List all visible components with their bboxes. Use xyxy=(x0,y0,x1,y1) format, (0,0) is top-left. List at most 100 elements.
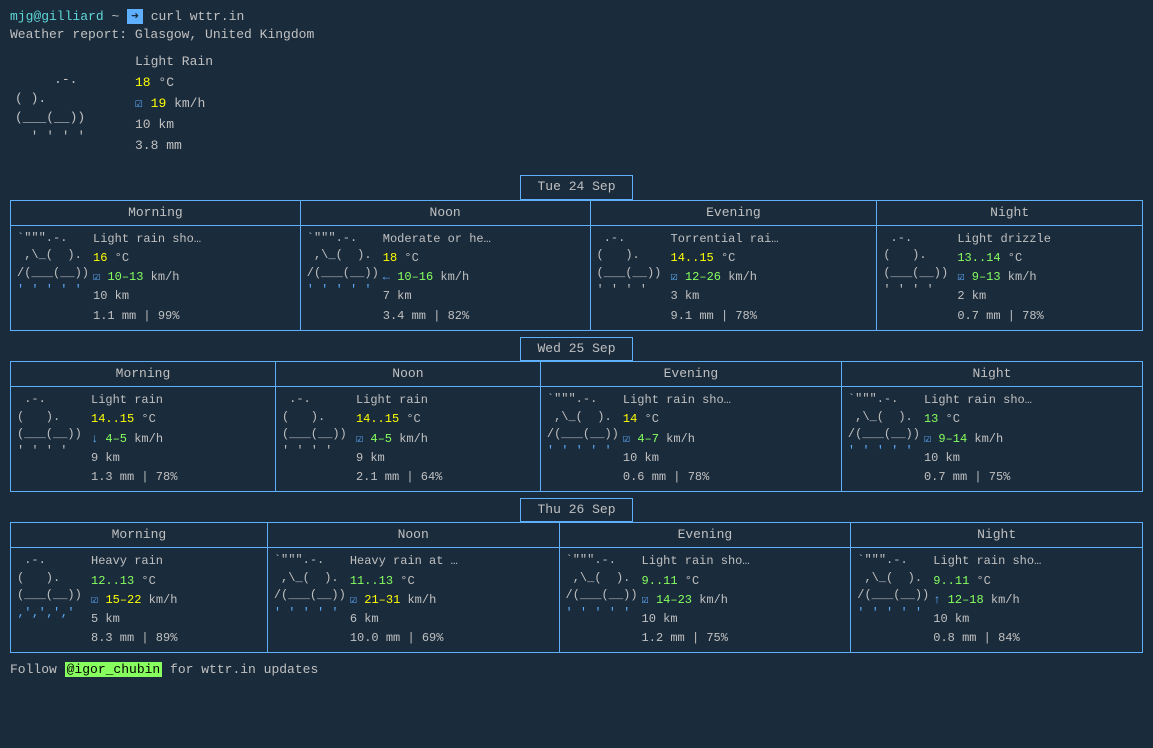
period-cell: `""".-. ,\_( ). /(___(__)) ' ' ' ' ' Lig… xyxy=(857,552,1136,648)
period-ascii: .-. ( ). (___(__)) ' ' ' ' xyxy=(597,230,667,300)
period-info: Light rain 14..15 °C ↓ 4–5 km/h 9 km 1.3… xyxy=(91,391,177,487)
period-header-morning: Morning xyxy=(11,200,301,225)
period-temp: 14..15 °C xyxy=(671,249,779,268)
period-info: Light rain sho… 14 °C ☑ 4–7 km/h 10 km 0… xyxy=(623,391,731,487)
period-info: Torrential rai… 14..15 °C ☑ 12–26 km/h 3… xyxy=(671,230,779,326)
prompt-arrow-box: ➜ xyxy=(127,9,143,24)
period-visibility: 3 km xyxy=(671,287,779,306)
period-info: Light rain sho… 16 °C ☑ 10–13 km/h 10 km… xyxy=(93,230,201,326)
period-rain-prob: 0.6 mm | 78% xyxy=(623,468,731,487)
period-temp: 9..11 °C xyxy=(642,572,750,591)
period-td: `""".-. ,\_( ). /(___(__)) ' ' ' ' ' Lig… xyxy=(559,548,851,653)
period-cell: .-. ( ). (___(__)) ' ' ' ' Light rain 14… xyxy=(17,391,269,487)
period-rain-prob: 0.7 mm | 78% xyxy=(957,307,1051,326)
period-info: Heavy rain at … 11..13 °C ☑ 21–31 km/h 6… xyxy=(350,552,458,648)
period-cell: .-. ( ). (___(__)) ' ' ' ' Light rain 14… xyxy=(282,391,534,487)
period-ascii: `""".-. ,\_( ). /(___(__)) ' ' ' ' ' xyxy=(274,552,346,622)
period-td: `""".-. ,\_( ). /(___(__)) ' ' ' ' ' Lig… xyxy=(841,387,1142,492)
current-temp: 18 °C xyxy=(135,73,213,94)
day-label: Wed 25 Sep xyxy=(520,337,632,361)
current-ascii: .-. ( ). (___(__)) ' ' ' ' xyxy=(15,52,125,165)
period-temp: 14..15 °C xyxy=(91,410,177,429)
day-label-container: Thu 26 Sep xyxy=(10,498,1143,522)
prompt-tilde: ~ xyxy=(111,9,127,24)
period-wind: ☑ 9–14 km/h xyxy=(924,430,1032,449)
period-td: `""".-. ,\_( ). /(___(__)) ' ' ' ' ' Hea… xyxy=(267,548,559,653)
period-visibility: 2 km xyxy=(957,287,1051,306)
prompt-user: mjg@gilliard xyxy=(10,9,104,24)
period-ascii: `""".-. ,\_( ). /(___(__)) ' ' ' ' ' xyxy=(857,552,929,622)
period-desc: Light rain sho… xyxy=(933,552,1041,571)
period-rain-prob: 1.1 mm | 99% xyxy=(93,307,201,326)
footer: Follow @igor_chubin for wttr.in updates xyxy=(10,661,1143,679)
period-temp: 9..11 °C xyxy=(933,572,1041,591)
period-visibility: 10 km xyxy=(933,610,1041,629)
period-wind: ← 10–16 km/h xyxy=(383,268,491,287)
period-ascii: .-. ( ). (___(__)) ' ' ' ' xyxy=(282,391,352,461)
period-desc: Light rain sho… xyxy=(93,230,201,249)
period-rain-prob: 0.7 mm | 75% xyxy=(924,468,1032,487)
command-text: curl wttr.in xyxy=(151,9,245,24)
period-cell: .-. ( ). (___(__)) ‚'‚'‚'‚' Heavy rain 1… xyxy=(17,552,261,648)
period-desc: Light rain sho… xyxy=(642,552,750,571)
period-rain-prob: 2.1 mm | 64% xyxy=(356,468,442,487)
period-ascii: `""".-. ,\_( ). /(___(__)) ' ' ' ' ' xyxy=(307,230,379,300)
period-header-night: Night xyxy=(841,361,1142,386)
period-rain-prob: 1.2 mm | 75% xyxy=(642,629,750,648)
period-ascii: `""".-. ,\_( ). /(___(__)) ' ' ' ' ' xyxy=(17,230,89,300)
period-temp: 13..14 °C xyxy=(957,249,1051,268)
period-td: .-. ( ). (___(__)) ' ' ' ' Light drizzle… xyxy=(877,225,1143,330)
current-info: Light Rain 18 °C ☑ 19 km/h 10 km 3.8 mm xyxy=(135,52,213,156)
period-td: .-. ( ). (___(__)) ' ' ' ' Torrential ra… xyxy=(590,225,877,330)
periods-table: MorningNoonEveningNight `""".-. ,\_( ). … xyxy=(10,200,1143,331)
period-rain-prob: 0.8 mm | 84% xyxy=(933,629,1041,648)
period-wind: ☑ 10–13 km/h xyxy=(93,268,201,287)
period-visibility: 6 km xyxy=(350,610,458,629)
period-info: Light rain sho… 9..11 °C ↑ 12–18 km/h 10… xyxy=(933,552,1041,648)
period-wind: ☑ 4–7 km/h xyxy=(623,430,731,449)
day-section-0: Tue 24 Sep MorningNoonEveningNight `""".… xyxy=(10,175,1143,330)
terminal-header: mjg@gilliard ~ ➜ curl wttr.in Weather re… xyxy=(10,8,1143,44)
period-header-evening: Evening xyxy=(590,200,877,225)
periods-table: MorningNoonEveningNight .-. ( ). (___(__… xyxy=(10,522,1143,653)
period-header-noon: Noon xyxy=(300,200,590,225)
period-info: Light rain sho… 9..11 °C ☑ 14–23 km/h 10… xyxy=(642,552,750,648)
period-info: Heavy rain 12..13 °C ☑ 15–22 km/h 5 km 8… xyxy=(91,552,177,648)
period-cell: .-. ( ). (___(__)) ' ' ' ' Torrential ra… xyxy=(597,230,871,326)
period-wind: ☑ 4–5 km/h xyxy=(356,430,442,449)
period-wind: ☑ 12–26 km/h xyxy=(671,268,779,287)
period-desc: Heavy rain at … xyxy=(350,552,458,571)
footer-link[interactable]: @igor_chubin xyxy=(65,662,163,677)
period-cell: .-. ( ). (___(__)) ' ' ' ' Light drizzle… xyxy=(883,230,1136,326)
period-desc: Light rain xyxy=(356,391,442,410)
footer-text-before: Follow xyxy=(10,662,65,677)
period-temp: 16 °C xyxy=(93,249,201,268)
period-td: .-. ( ). (___(__)) ‚'‚'‚'‚' Heavy rain 1… xyxy=(11,548,268,653)
period-cell: `""".-. ,\_( ). /(___(__)) ' ' ' ' ' Lig… xyxy=(848,391,1136,487)
period-info: Light rain sho… 13 °C ☑ 9–14 km/h 10 km … xyxy=(924,391,1032,487)
period-rain-prob: 9.1 mm | 78% xyxy=(671,307,779,326)
day-label: Tue 24 Sep xyxy=(520,175,632,199)
period-desc: Heavy rain xyxy=(91,552,177,571)
period-wind: ☑ 15–22 km/h xyxy=(91,591,177,610)
period-temp: 18 °C xyxy=(383,249,491,268)
period-temp: 13 °C xyxy=(924,410,1032,429)
period-header-noon: Noon xyxy=(275,361,540,386)
period-header-evening: Evening xyxy=(559,523,851,548)
day-label-container: Wed 25 Sep xyxy=(10,337,1143,361)
current-visibility: 10 km xyxy=(135,115,213,136)
period-td: `""".-. ,\_( ). /(___(__)) ' ' ' ' ' Mod… xyxy=(300,225,590,330)
current-wind: ☑ 19 km/h xyxy=(135,94,213,115)
period-rain-prob: 10.0 mm | 69% xyxy=(350,629,458,648)
period-visibility: 10 km xyxy=(93,287,201,306)
weather-title: Weather report: Glasgow, United Kingdom xyxy=(10,26,1143,44)
period-visibility: 9 km xyxy=(91,449,177,468)
periods-table: MorningNoonEveningNight .-. ( ). (___(__… xyxy=(10,361,1143,492)
period-visibility: 10 km xyxy=(623,449,731,468)
period-header-night: Night xyxy=(851,523,1143,548)
period-ascii: `""".-. ,\_( ). /(___(__)) ' ' ' ' ' xyxy=(848,391,920,461)
period-temp: 14..15 °C xyxy=(356,410,442,429)
period-rain-prob: 3.4 mm | 82% xyxy=(383,307,491,326)
current-desc: Light Rain xyxy=(135,52,213,73)
period-cell: `""".-. ,\_( ). /(___(__)) ' ' ' ' ' Lig… xyxy=(17,230,294,326)
